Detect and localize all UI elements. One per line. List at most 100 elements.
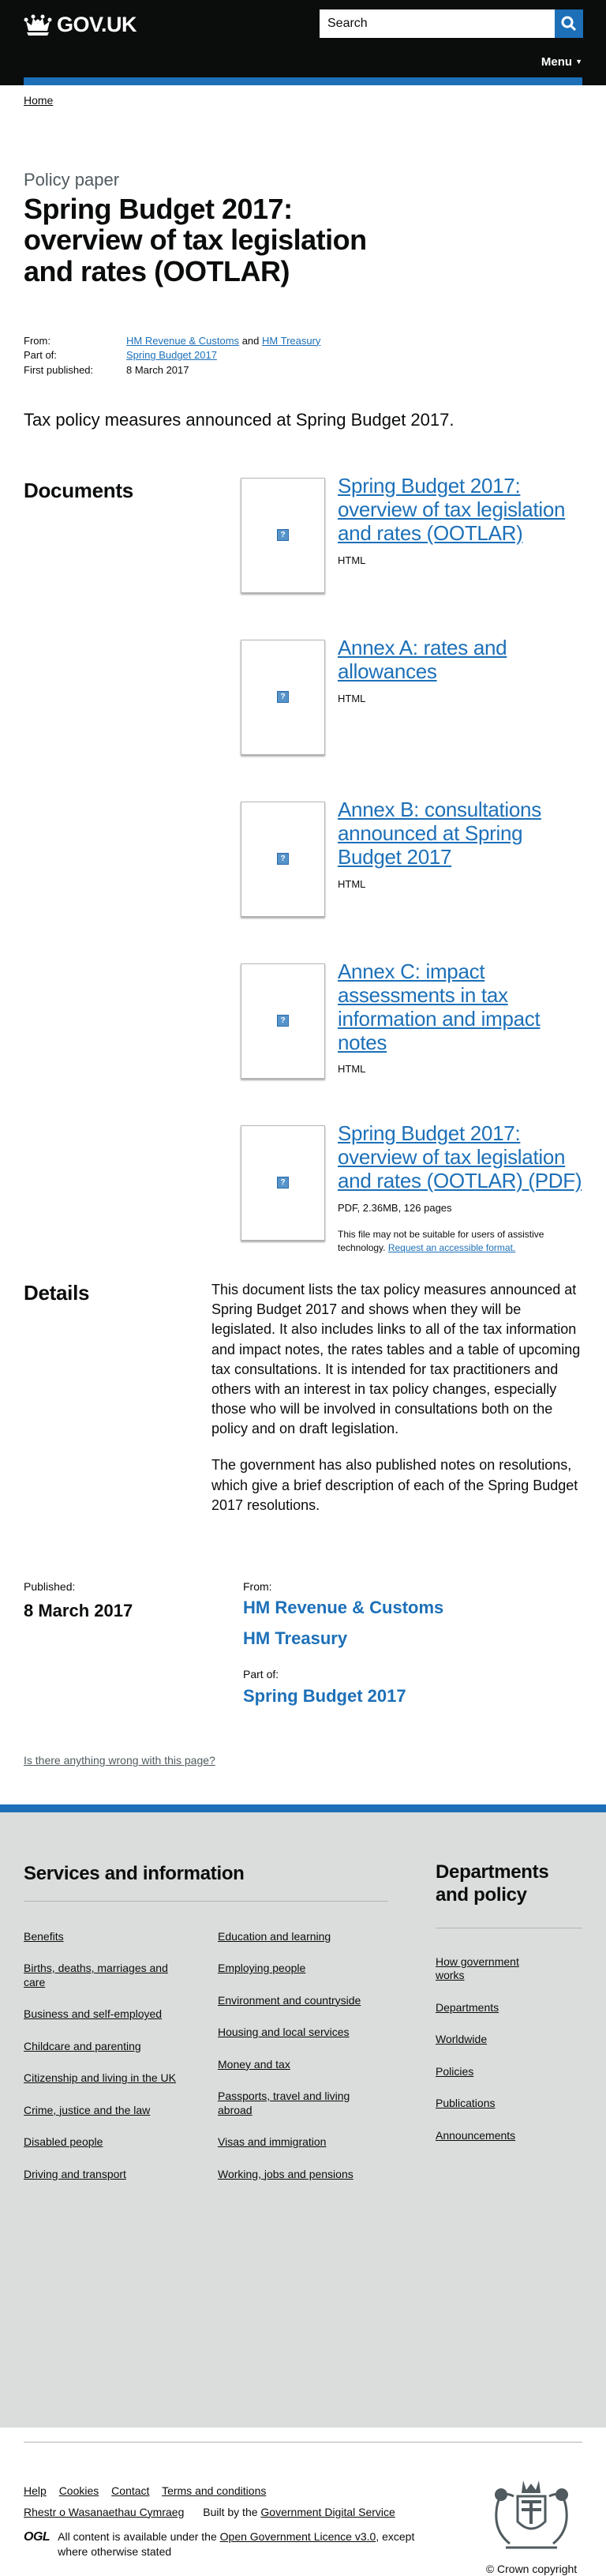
footer-link[interactable]: Environment and countryside — [218, 1994, 383, 2008]
footer-link[interactable]: Crime, justice and the law — [24, 2104, 189, 2118]
copyright-text: © Crown copyright — [485, 2563, 578, 2576]
ogl-licence-link[interactable]: Open Government Licence v3.0 — [220, 2530, 376, 2543]
partof-link[interactable]: Spring Budget 2017 — [126, 349, 217, 361]
site-header: GOV.UK Menu ▼ — [0, 0, 606, 85]
footer-link[interactable]: Visas and immigration — [218, 2135, 383, 2150]
documents-heading: Documents — [24, 478, 133, 502]
footer-link[interactable]: Benefits — [24, 1930, 189, 1944]
footer-welsh-link[interactable]: Rhestr o Wasanaethau Cymraeg — [24, 2506, 184, 2518]
header-rule — [24, 77, 582, 85]
document-icon: ? — [277, 529, 289, 542]
published-label: Published: — [24, 1580, 76, 1594]
footer-link[interactable]: Policies — [436, 2065, 546, 2079]
attachment-meta: PDF, 2.36MB, 126 pages — [338, 1201, 452, 1214]
footer-link[interactable]: Departments — [436, 2001, 546, 2015]
attachment-title-link[interactable]: Spring Budget 2017: overview of tax legi… — [338, 1121, 582, 1193]
lede: Tax policy measures announced at Spring … — [24, 410, 454, 430]
document-icon: ? — [277, 1015, 289, 1027]
footer-link[interactable]: Worldwide — [436, 2033, 546, 2047]
details-heading: Details — [24, 1280, 90, 1305]
attachment-title-link[interactable]: Annex C: impact assessments in tax infor… — [338, 959, 567, 1055]
accessibility-note: This file may not be suitable for users … — [338, 1228, 582, 1255]
search-form — [320, 9, 583, 38]
footer-link[interactable]: How government works — [436, 1955, 546, 1983]
footer-link[interactable]: Announcements — [436, 2129, 546, 2143]
published-metadata: Published: 8 March 2017 From: HM Revenue… — [24, 1579, 582, 1707]
from-label: From: — [24, 334, 50, 347]
search-input[interactable] — [320, 9, 555, 38]
partof-label: Part of: — [24, 349, 57, 362]
page-title: Spring Budget 2017: overview of tax legi… — [24, 192, 367, 287]
crown-copyright: © Crown copyright — [482, 2473, 581, 2576]
attachment: ? Spring Budget 2017: overview of tax le… — [216, 474, 582, 593]
attachment-title-link[interactable]: Annex B: consultations announced at Spri… — [338, 798, 582, 869]
royal-coat-of-arms-icon — [495, 2480, 568, 2549]
built-by-text: Built by the — [203, 2505, 258, 2518]
from-org-treasury-link[interactable]: HM Treasury — [262, 335, 320, 347]
site-footer: Services and information Benefits Births… — [0, 1804, 606, 2575]
brand-name: GOV.UK — [57, 13, 137, 36]
footer-contact-link[interactable]: Contact — [111, 2484, 149, 2497]
from-org-hmrc-link[interactable]: HM Revenue & Customs — [126, 335, 239, 347]
search-button[interactable] — [555, 9, 583, 38]
attachment-meta: HTML — [338, 692, 366, 704]
details-paragraph: The government has also published notes … — [211, 1457, 578, 1513]
footer-link[interactable]: Childcare and parenting — [24, 2040, 189, 2054]
document-thumbnail[interactable]: ? — [241, 963, 325, 1079]
footer-link[interactable]: Driving and transport — [24, 2168, 189, 2182]
attachment: ? Annex C: impact assessments in tax inf… — [216, 959, 582, 1079]
search-icon — [561, 16, 577, 32]
partof-label: Part of: — [243, 1668, 279, 1681]
footer-help-link[interactable]: Help — [24, 2484, 47, 2497]
document-thumbnail[interactable]: ? — [241, 477, 325, 593]
services-heading: Services and information — [24, 1861, 388, 1902]
attachment: ? Annex B: consultations announced at Sp… — [216, 798, 582, 917]
footer-link[interactable]: Business and self-employed — [24, 2007, 189, 2022]
footer-link[interactable]: Education and learning — [218, 1930, 383, 1944]
breadcrumb-home[interactable]: Home — [24, 94, 53, 107]
footer-cookies-link[interactable]: Cookies — [59, 2484, 99, 2497]
report-problem-link[interactable]: Is there anything wrong with this page? — [24, 1754, 215, 1767]
attachment-title-link[interactable]: Spring Budget 2017: overview of tax legi… — [338, 474, 582, 546]
details-paragraph: This document lists the tax policy measu… — [211, 1281, 581, 1437]
footer-terms-link[interactable]: Terms and conditions — [162, 2484, 266, 2497]
first-published-value: 8 March 2017 — [126, 364, 189, 377]
caret-down-icon: ▼ — [575, 57, 582, 66]
attachment-meta: HTML — [338, 1063, 366, 1076]
request-accessible-format-link[interactable]: Request an accessible format. — [388, 1242, 515, 1253]
page-context: Policy paper — [24, 170, 120, 190]
published-date: 8 March 2017 — [24, 1601, 133, 1621]
crown-icon — [24, 14, 52, 36]
footer-meta-links: Help Cookies Contact Terms and condition… — [24, 2484, 405, 2518]
footer-link[interactable]: Passports, travel and living abroad — [218, 2090, 383, 2117]
ogl-logo-icon: OGL — [24, 2530, 50, 2544]
footer-link[interactable]: Disabled people — [24, 2135, 189, 2150]
org-link-hmrc[interactable]: HM Revenue & Customs — [243, 1597, 443, 1620]
footer-link[interactable]: Employing people — [218, 1962, 383, 1976]
menu-label: Menu — [541, 55, 573, 69]
documents-section: Documents ? Spring Budget 2017: overview… — [24, 474, 582, 1301]
first-published-label: First published: — [24, 364, 94, 377]
footer-link[interactable]: Housing and local services — [218, 2026, 383, 2040]
departments-heading: Departments and policy — [436, 1861, 582, 1928]
document-thumbnail[interactable]: ? — [241, 1125, 325, 1241]
footer-link[interactable]: Working, jobs and pensions — [218, 2168, 383, 2182]
gds-link[interactable]: Government Digital Service — [260, 2506, 395, 2518]
footer-link[interactable]: Citizenship and living in the UK — [24, 2071, 189, 2086]
attachment-meta: HTML — [338, 877, 366, 890]
attachment: ? Annex A: rates and allowances HTML — [216, 636, 582, 755]
metadata: From: HM Revenue & Customs and HM Treasu… — [24, 335, 582, 378]
licence: OGL All content is available under the O… — [24, 2529, 428, 2558]
document-icon: ? — [277, 691, 289, 704]
org-link-treasury[interactable]: HM Treasury — [243, 1628, 443, 1650]
footer-link[interactable]: Money and tax — [218, 2058, 383, 2072]
footer-link[interactable]: Publications — [436, 2097, 546, 2111]
document-thumbnail[interactable]: ? — [241, 801, 325, 917]
document-thumbnail[interactable]: ? — [241, 639, 325, 755]
partof-link[interactable]: Spring Budget 2017 — [243, 1685, 443, 1708]
menu-toggle[interactable]: Menu ▼ — [541, 54, 582, 70]
footer-divider — [24, 2442, 582, 2443]
attachment-title-link[interactable]: Annex A: rates and allowances — [338, 636, 519, 684]
footer-link[interactable]: Births, deaths, marriages and care — [24, 1962, 189, 1989]
govuk-logo-link[interactable]: GOV.UK — [24, 11, 137, 39]
